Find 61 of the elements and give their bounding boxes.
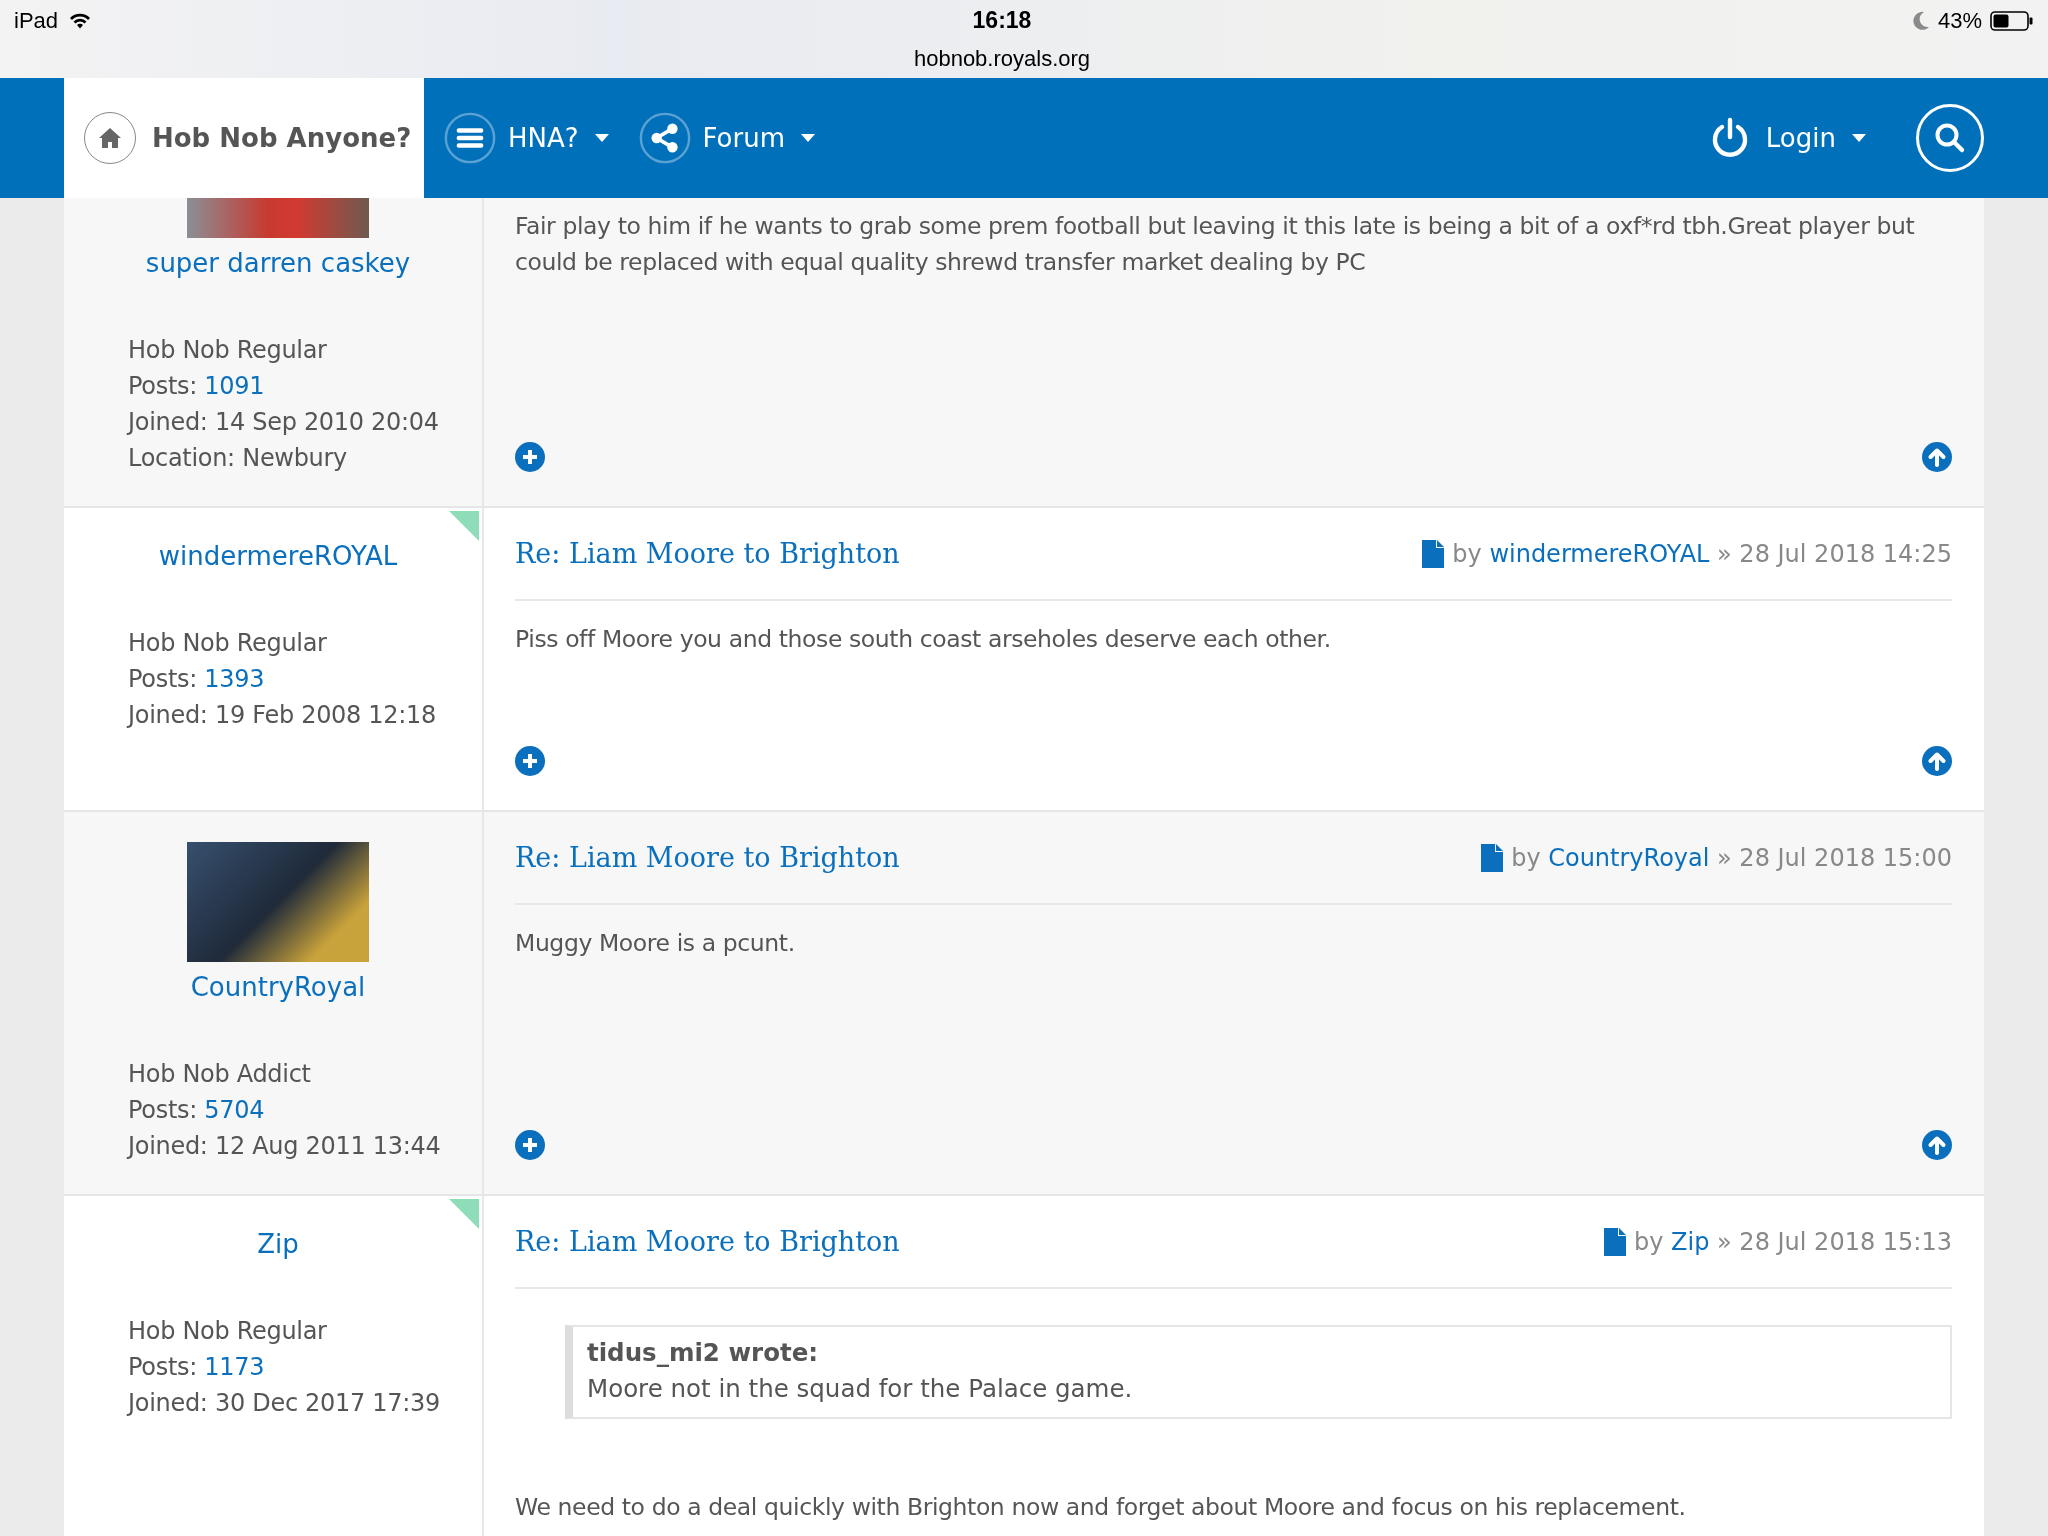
arrow-up-circle-icon xyxy=(1922,442,1952,472)
search-icon xyxy=(1933,121,1967,155)
post-title-link[interactable]: Re: Liam Moore to Brighton xyxy=(515,842,900,873)
post-count-link[interactable]: 1393 xyxy=(204,665,265,693)
author-link[interactable]: CountryRoyal xyxy=(1548,843,1710,872)
author-link[interactable]: super darren caskey xyxy=(94,245,462,281)
author-link[interactable]: Zip xyxy=(1671,1227,1710,1256)
caret-icon xyxy=(594,134,609,142)
arrow-up-circle-icon xyxy=(1922,1130,1952,1160)
arrow-up-circle-icon xyxy=(1922,746,1952,776)
member-rank: Hob Nob Regular xyxy=(128,335,328,366)
share-icon xyxy=(638,112,691,164)
profile-detail: Joined: 19 Feb 2008 12:18 xyxy=(128,700,438,731)
author-link[interactable]: Zip xyxy=(94,1226,462,1262)
quote-text: Moore not in the squad for the Palace game. xyxy=(587,1373,1134,1405)
clock-time: 16:18 xyxy=(972,7,1032,34)
post-byline: by Zip » 28 Jul 2018 15:13 xyxy=(1634,1227,1952,1256)
post-byline: by CountryRoyal » 28 Jul 2018 15:00 xyxy=(1511,843,1952,872)
profile-detail: Joined: 30 Dec 2017 17:39 xyxy=(128,1388,441,1419)
house-glyph xyxy=(98,127,122,149)
wifi-icon xyxy=(68,12,93,30)
profile-detail: Location: Newbury xyxy=(128,443,348,474)
page-url: hobnob.royals.org xyxy=(913,46,1091,72)
post-count-link[interactable]: 1173 xyxy=(204,1353,265,1381)
post-count-link[interactable]: 5704 xyxy=(204,1096,265,1124)
moon-icon xyxy=(1911,11,1930,31)
post-title-link[interactable]: Re: Liam Moore to Brighton xyxy=(515,538,900,569)
battery-percent: 43% xyxy=(1937,8,1982,34)
post-count: Posts: 1393 xyxy=(128,664,266,695)
nav-menu-link[interactable]: Forum xyxy=(638,112,816,164)
battery-icon xyxy=(1990,11,2034,31)
post-text: Muggy Moore is a pcunt. xyxy=(515,928,796,959)
member-rank: Hob Nob Regular xyxy=(128,1316,328,1347)
device-name: iPad xyxy=(14,8,59,34)
author-link[interactable]: windermereROYAL xyxy=(94,538,462,574)
document-icon xyxy=(1422,539,1445,568)
post-count: Posts: 1091 xyxy=(128,371,266,402)
member-rank: Hob Nob Addict xyxy=(128,1059,312,1090)
post-text: We need to do a deal quickly with Brighton now and forget about Moore and focus on his replacement. xyxy=(515,1492,1687,1523)
post-count: Posts: 5704 xyxy=(128,1095,266,1126)
quote-author: tidus_mi2 wrote: xyxy=(587,1337,820,1369)
menu-icon xyxy=(444,112,496,164)
nav-menu-link[interactable]: HNA? xyxy=(444,112,609,164)
caret-icon xyxy=(801,134,816,142)
document-icon xyxy=(1481,843,1504,872)
search-button[interactable] xyxy=(1916,104,1984,172)
profile-detail: Joined: 12 Aug 2011 13:44 xyxy=(128,1131,442,1162)
member-rank: Hob Nob Regular xyxy=(128,628,328,659)
author-link[interactable]: CountryRoyal xyxy=(94,969,462,1005)
caret-icon xyxy=(1852,134,1866,142)
post-text: Piss off Moore you and those south coast arseholes deserve each other. xyxy=(515,624,1332,655)
post-text: Fair play to him if he wants to grab some prem football but leaving it this late is being a bit of a oxf*rd tbh.Great player but could be replaced with equal quality shrewd transfer market dealing by PC xyxy=(515,211,1916,278)
post-count: Posts: 1173 xyxy=(128,1352,266,1383)
post-count-link[interactable]: 1091 xyxy=(204,372,265,400)
login-link[interactable]: Login xyxy=(1709,117,1866,159)
post-title-link[interactable]: Re: Liam Moore to Brighton xyxy=(515,1226,900,1257)
document-icon xyxy=(1604,1227,1626,1256)
home-link[interactable]: Hob Nob Anyone? xyxy=(64,78,424,198)
post-byline: by windermereROYAL » 28 Jul 2018 14:25 xyxy=(1452,539,1952,568)
author-link[interactable]: windermereROYAL xyxy=(1489,539,1710,568)
profile-detail: Joined: 14 Sep 2010 20:04 xyxy=(128,407,440,438)
